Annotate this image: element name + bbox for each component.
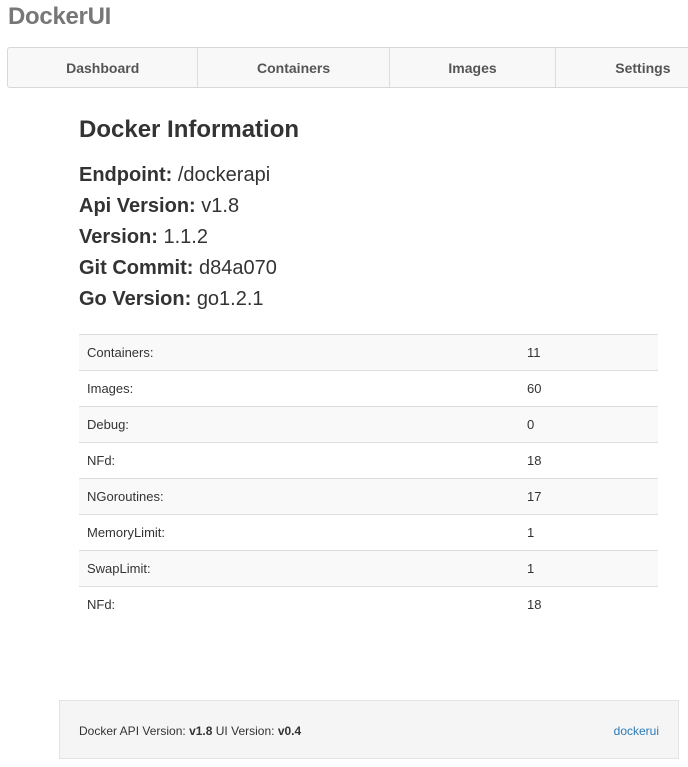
app-brand[interactable]: DockerUI [8,3,111,31]
stats-table: Containers: 11 Images: 60 Debug: 0 NFd: … [79,334,658,623]
stat-label: NGoroutines: [79,478,519,515]
tab-containers[interactable]: Containers [198,48,390,87]
info-key: Git Commit: [79,257,194,279]
info-value: /dockerapi [177,164,271,186]
footer-api-version: v1.8 [189,724,213,738]
main-navbar: Dashboard Containers Images Settings [7,47,688,88]
info-key: Endpoint: [79,164,173,186]
footer-ui-label: UI Version: [215,724,275,738]
info-endpoint: Endpoint: /dockerapi [79,160,659,191]
info-key: Version: [79,226,158,248]
table-row: NFd: 18 [79,586,658,623]
footer: Docker API Version: v1.8 UI Version: v0.… [59,700,679,759]
table-row: NGoroutines: 17 [79,478,658,515]
stat-value: 17 [519,478,658,515]
dockerui-link[interactable]: dockerui [614,724,659,738]
footer-versions: Docker API Version: v1.8 UI Version: v0.… [79,724,301,738]
page-title: Docker Information [79,116,300,143]
stat-value: 18 [519,442,658,479]
tab-dashboard[interactable]: Dashboard [8,48,199,87]
stat-value: 18 [519,586,658,623]
stat-label: Images: [79,370,519,407]
info-value: 1.1.2 [163,226,208,248]
info-version: Version: 1.1.2 [79,222,659,253]
info-list: Endpoint: /dockerapi Api Version: v1.8 V… [79,160,659,315]
info-key: Api Version: [79,195,196,217]
info-value: go1.2.1 [196,288,264,310]
stat-value: 60 [519,370,658,407]
stat-label: MemoryLimit: [79,514,519,551]
stat-value: 1 [519,514,658,551]
tab-images[interactable]: Images [390,48,557,87]
table-row: Images: 60 [79,370,658,407]
stat-label: NFd: [79,442,519,479]
stat-label: Debug: [79,406,519,443]
info-go-version: Go Version: go1.2.1 [79,284,659,315]
stat-value: 0 [519,406,658,443]
stat-label: SwapLimit: [79,550,519,587]
tab-settings[interactable]: Settings [556,48,688,87]
info-value: d84a070 [199,257,277,279]
stat-label: NFd: [79,586,519,623]
table-row: Containers: 11 [79,334,658,371]
info-api-version: Api Version: v1.8 [79,191,659,222]
footer-ui-version: v0.4 [277,724,302,738]
table-row: NFd: 18 [79,442,658,479]
info-git-commit: Git Commit: d84a070 [79,253,659,284]
info-key: Go Version: [79,288,192,310]
stat-label: Containers: [79,334,519,371]
table-row: SwapLimit: 1 [79,550,658,587]
stat-value: 1 [519,550,658,587]
docker-info-section: Docker Information Endpoint: /dockerapi … [79,112,659,315]
table-row: Debug: 0 [79,406,658,443]
table-row: MemoryLimit: 1 [79,514,658,551]
info-value: v1.8 [201,195,240,217]
footer-api-label: Docker API Version: [79,724,186,738]
stat-value: 11 [519,334,658,371]
